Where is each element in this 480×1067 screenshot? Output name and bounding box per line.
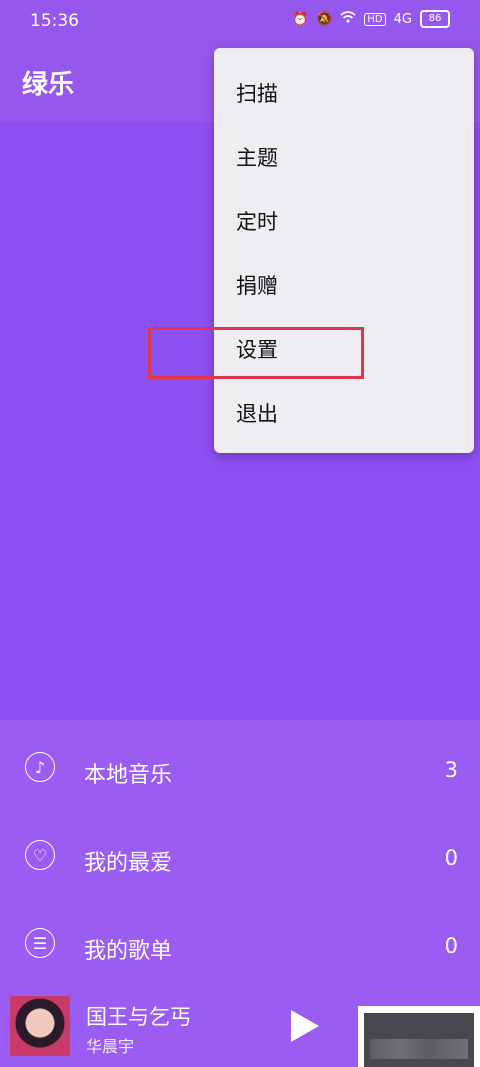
network-label: 4G [393, 11, 412, 27]
alarm-icon: ⏰ [292, 11, 309, 27]
song-artist: 华晨宇 [86, 1037, 135, 1056]
signal-4g-icon: 4G [394, 12, 412, 27]
status-bar: 15:36 ⏰ 🔕 HD 4G 86 [0, 0, 480, 42]
menu-item-label: 主题 [236, 146, 278, 170]
menu-item-donate[interactable]: 捐赠 [214, 252, 474, 316]
list-item-count: 0 [444, 846, 458, 870]
status-time: 15:36 [30, 11, 79, 31]
menu-item-label: 定时 [236, 210, 278, 234]
list-item-label: 我的歌单 [84, 939, 173, 964]
list-item-favorites[interactable]: ♡ 我的最爱 0 [0, 812, 480, 900]
list-item-playlists[interactable]: ☰ 我的歌单 0 [0, 900, 480, 988]
list-item-count: 0 [444, 934, 458, 958]
menu-item-timer[interactable]: 定时 [214, 188, 474, 252]
album-cover[interactable] [10, 996, 70, 1056]
list-item-label: 我的最爱 [84, 851, 173, 876]
highlight-box [148, 327, 364, 379]
status-icons: ⏰ 🔕 HD 4G 86 [292, 10, 450, 28]
wifi-icon [340, 11, 356, 27]
list-icon: ☰ [25, 928, 55, 958]
menu-item-exit[interactable]: 退出 [214, 380, 474, 444]
menu-item-label: 退出 [236, 402, 278, 426]
song-title: 国王与乞丐 [86, 1005, 191, 1029]
menu-item-scan[interactable]: 扫描 [214, 60, 474, 124]
waveform-icon [370, 1039, 468, 1059]
playlist-thumbnail[interactable] [358, 1006, 480, 1067]
app-title: 绿乐 [22, 70, 75, 100]
playlist-thumbnail-image [364, 1013, 474, 1067]
heart-icon: ♡ [25, 840, 55, 870]
list-item-label: 本地音乐 [84, 763, 173, 788]
music-note-icon: ♪ [25, 752, 55, 782]
hd-icon: HD [364, 12, 386, 26]
menu-item-label: 扫描 [236, 82, 278, 106]
play-button[interactable] [291, 1010, 319, 1042]
library-list: ♪ 本地音乐 3 ♡ 我的最爱 0 ☰ 我的歌单 0 [0, 720, 480, 986]
menu-item-label: 捐赠 [236, 274, 278, 298]
battery-level: 86 [428, 13, 442, 24]
menu-item-theme[interactable]: 主题 [214, 124, 474, 188]
overflow-menu: 扫描 主题 定时 捐赠 设置 退出 [214, 48, 474, 453]
battery-icon: 86 [420, 10, 450, 28]
mute-icon: 🔕 [316, 11, 333, 27]
list-item-local-music[interactable]: ♪ 本地音乐 3 [0, 724, 480, 812]
list-item-count: 3 [444, 758, 458, 782]
